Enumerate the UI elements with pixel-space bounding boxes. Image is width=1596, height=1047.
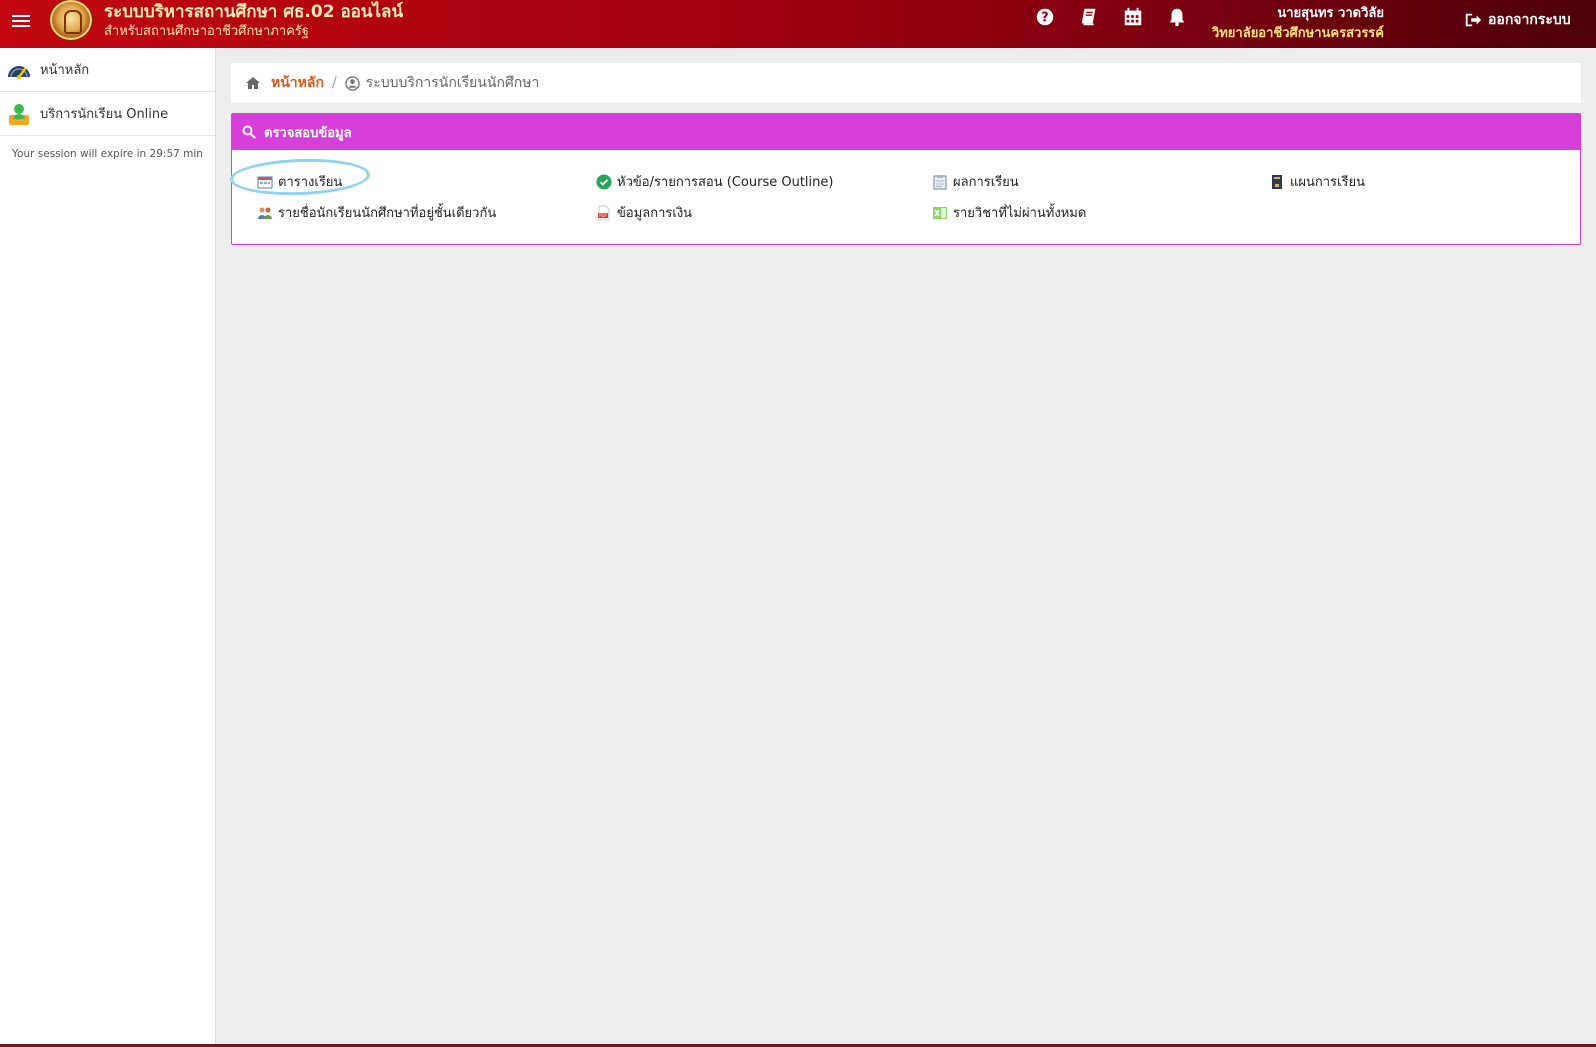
menu-label: แผนการเรียน — [1290, 175, 1365, 190]
menu-failed-subjects[interactable]: รายวิชาที่ไม่ผ่านทั้งหมด — [932, 202, 1086, 223]
book-icon[interactable] — [1078, 6, 1100, 28]
timetable-icon — [257, 176, 273, 188]
sign-out-icon — [1465, 13, 1482, 27]
check-circle-icon — [596, 174, 612, 189]
sidebar-item-label: หน้าหลัก — [40, 63, 90, 78]
excel-icon — [933, 206, 947, 219]
user-circle-icon — [344, 75, 360, 91]
svg-text:PDF: PDF — [599, 213, 607, 218]
svg-text:?: ? — [1041, 11, 1048, 26]
menu-timetable[interactable]: ตารางเรียน — [257, 171, 342, 192]
hamburger-menu-icon[interactable] — [12, 12, 30, 28]
user-organization: วิทยาลัยอาชีวศึกษานครสวรรค์ — [1211, 26, 1384, 41]
user-name[interactable]: นายสุนทร วาดวิลัย — [1277, 2, 1384, 23]
student-user-icon — [6, 101, 32, 127]
menu-classmates[interactable]: รายชื่อนักเรียนนักศึกษาที่อยู่ชั้นเดียวก… — [257, 202, 496, 223]
panel-header: ตรวจสอบข้อมูล — [232, 114, 1580, 150]
menu-label: หัวข้อ/รายการสอน (Course Outline) — [617, 175, 834, 190]
system-subtitle: สำหรับสถานศึกษาอาชีวศึกษาภาครัฐ — [104, 24, 309, 39]
sidebar-item-student-service[interactable]: บริการนักเรียน Online — [0, 92, 215, 136]
breadcrumb: หน้าหลัก / ระบบบริการนักเรียนนักศึกษา — [231, 63, 1581, 103]
breadcrumb-current: ระบบบริการนักเรียนนักศึกษา — [344, 72, 540, 94]
panel-title: ตรวจสอบข้อมูล — [264, 125, 352, 141]
check-info-panel: ตรวจสอบข้อมูล ตารางเรียน หัวข้อ/รายการสอ… — [229, 113, 1581, 245]
bell-icon[interactable] — [1166, 6, 1188, 28]
pdf-icon: PDF — [598, 205, 610, 220]
session-timer: Your session will expire in 29:57 min — [12, 148, 203, 160]
logout-button[interactable]: ออกจากระบบ — [1464, 9, 1571, 31]
menu-label: รายวิชาที่ไม่ผ่านทั้งหมด — [953, 206, 1087, 221]
top-header: ระบบบริหารสถานศึกษา ศธ.02 ออนไลน์ สำหรับ… — [0, 0, 1596, 48]
sidebar-item-label: บริการนักเรียน Online — [40, 107, 169, 122]
home-icon — [246, 77, 260, 89]
clipboard-icon — [933, 174, 947, 189]
sidebar-item-home[interactable]: หน้าหลัก — [0, 48, 215, 92]
menu-grades[interactable]: ผลการเรียน — [932, 171, 1019, 192]
menu-label: ข้อมูลการเงิน — [617, 206, 693, 221]
menu-study-plan[interactable]: แผนการเรียน — [1269, 171, 1365, 192]
calendar-icon[interactable] — [1122, 6, 1144, 28]
breadcrumb-home-link[interactable]: หน้าหลัก — [271, 72, 324, 94]
menu-label: ตารางเรียน — [278, 175, 343, 190]
question-circle-icon[interactable]: ? — [1034, 6, 1056, 28]
menu-label: รายชื่อนักเรียนนักศึกษาที่อยู่ชั้นเดียวก… — [278, 206, 497, 221]
breadcrumb-current-label: ระบบบริการนักเรียนนักศึกษา — [365, 75, 540, 91]
logout-label: ออกจากระบบ — [1488, 12, 1571, 28]
menu-finance[interactable]: PDF ข้อมูลการเงิน — [596, 202, 692, 223]
notebook-icon — [1272, 174, 1282, 189]
institution-logo — [50, 0, 92, 40]
menu-course-outline[interactable]: หัวข้อ/รายการสอน (Course Outline) — [596, 171, 833, 192]
sidebar: หน้าหลัก บริการนักเรียน Online Your sess… — [0, 48, 216, 1047]
breadcrumb-separator: / — [331, 75, 337, 91]
dashboard-gauge-icon — [6, 57, 32, 83]
menu-label: ผลการเรียน — [953, 175, 1019, 190]
search-icon — [242, 125, 256, 139]
classmates-icon — [258, 207, 272, 219]
